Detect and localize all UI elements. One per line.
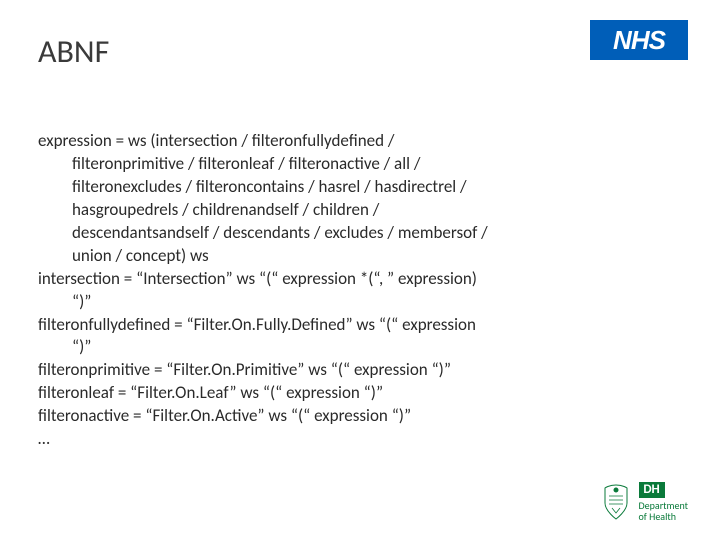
rule-filteronleaf: filteronleaf = “Filter.On.Leaf” ws “(“ e… [38, 382, 682, 405]
rule-head: filteronleaf = “Filter.On.Leaf” ws “(“ e… [38, 382, 383, 403]
rule-cont: descendantsandself / descendants / exclu… [38, 222, 682, 245]
page-title: ABNF [38, 32, 109, 71]
rule-head: expression = ws (intersection / filteron… [38, 130, 394, 151]
rule-head: filteronfullydefined = “Filter.On.Fully.… [38, 314, 476, 335]
rule-ellipsis: … [38, 428, 682, 451]
dh-line2: of Health [639, 511, 688, 522]
rule-head: … [38, 428, 50, 449]
rule-cont: union / concept) ws [38, 245, 682, 268]
nhs-logo: NHS [590, 20, 688, 60]
rule-filteronfullydefined: filteronfullydefined = “Filter.On.Fully.… [38, 314, 682, 360]
rule-cont: “)” [38, 291, 682, 314]
rule-expression: expression = ws (intersection / filteron… [38, 130, 682, 268]
nhs-logo-text: NHS [613, 25, 665, 56]
dh-logo: DH Department of Health [599, 482, 688, 522]
rule-cont: filteronexcludes / filteroncontains / ha… [38, 176, 682, 199]
rule-head: filteronprimitive = “Filter.On.Primitive… [38, 359, 451, 380]
rule-intersection: intersection = “Intersection” ws “(“ exp… [38, 268, 682, 314]
rule-cont: hasgroupedrels / childrenandself / child… [38, 199, 682, 222]
rule-head: intersection = “Intersection” ws “(“ exp… [38, 268, 477, 289]
crest-icon [599, 483, 633, 521]
rule-cont: filteronprimitive / filteronleaf / filte… [38, 153, 682, 176]
dh-abbrev: DH [639, 482, 665, 498]
rule-head: filteronactive = “Filter.On.Active” ws “… [38, 405, 411, 426]
rule-cont: “)” [38, 336, 682, 359]
dh-logo-text: DH Department of Health [639, 482, 688, 522]
abnf-grammar-block: expression = ws (intersection / filteron… [38, 130, 682, 451]
rule-filteronprimitive: filteronprimitive = “Filter.On.Primitive… [38, 359, 682, 382]
rule-filteronactive: filteronactive = “Filter.On.Active” ws “… [38, 405, 682, 428]
